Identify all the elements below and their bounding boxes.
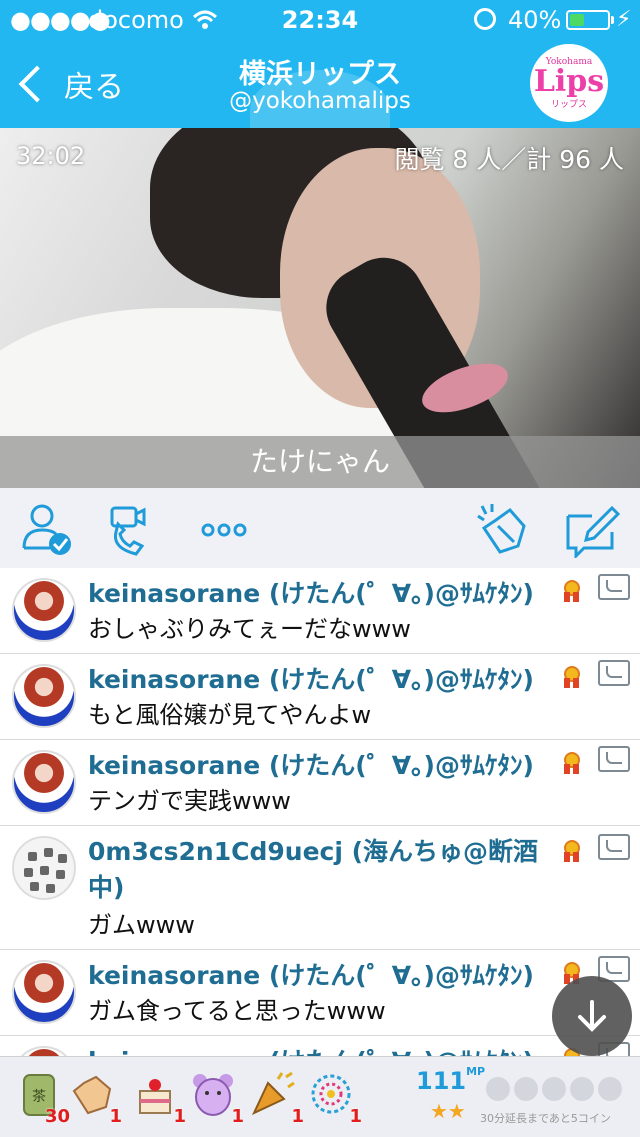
cake-icon[interactable]: 1 bbox=[130, 1069, 186, 1127]
charging-icon: ⚡ bbox=[616, 7, 632, 32]
comment-text: おしゃぶりみてぇーだなwww bbox=[88, 615, 411, 643]
comment-item: keinasorane (けたん(゜∀。)@ｻﾑｹﾀﾝ) おしゃぶりみてぇーだな… bbox=[0, 568, 640, 654]
comment-text: テンガで実践www bbox=[88, 787, 291, 815]
elapsed-time: 32:02 bbox=[16, 142, 86, 170]
reply-icon[interactable] bbox=[598, 574, 630, 600]
clap-icon[interactable] bbox=[474, 502, 530, 558]
action-toolbar bbox=[0, 488, 640, 569]
level-stars: ★★ bbox=[430, 1099, 466, 1123]
channel-logo[interactable]: Yokohama Lips リップス bbox=[530, 44, 608, 122]
comment-username[interactable]: keinasorane (けたん(゜∀。)@ｻﾑｹﾀﾝ) bbox=[88, 1044, 556, 1056]
fireworks-icon[interactable]: 1 bbox=[306, 1069, 362, 1127]
avatar[interactable] bbox=[12, 750, 76, 814]
follow-user-icon[interactable] bbox=[20, 502, 76, 558]
comment-item: keinasorane (けたん(゜∀。)@ｻﾑｹﾀﾝ) もと風俗嬢が見てやんよ… bbox=[0, 654, 640, 740]
avatar[interactable] bbox=[12, 1046, 76, 1056]
scroll-to-bottom-button[interactable] bbox=[552, 976, 632, 1056]
mp-points: 111MP bbox=[416, 1065, 486, 1095]
more-icon[interactable] bbox=[198, 502, 254, 558]
comment-text: ガム食ってると思ったwww bbox=[88, 997, 386, 1025]
badge-icon bbox=[562, 666, 582, 688]
video-call-icon[interactable] bbox=[106, 502, 162, 558]
reply-icon[interactable] bbox=[598, 746, 630, 772]
avatar[interactable] bbox=[12, 664, 76, 728]
comment-item: keinasorane (けたん(゜∀。)@ｻﾑｹﾀﾝ) テンガで実践www bbox=[0, 740, 640, 826]
comment-username[interactable]: keinasorane (けたん(゜∀。)@ｻﾑｹﾀﾝ) bbox=[88, 576, 556, 612]
comment-text: ガムwww bbox=[88, 911, 195, 939]
alarm-icon bbox=[474, 8, 496, 30]
arrow-down-icon bbox=[578, 1000, 606, 1032]
broadcaster-name: たけにゃん bbox=[0, 436, 640, 488]
live-video[interactable]: 32:02 閲覧 8 人／計 96 人 たけにゃん bbox=[0, 128, 640, 488]
bear-icon[interactable]: 1 bbox=[188, 1069, 244, 1127]
tea-icon[interactable]: 茶 30 bbox=[14, 1069, 70, 1127]
avatar[interactable] bbox=[12, 578, 76, 642]
clap-gift-icon[interactable]: 1 bbox=[66, 1069, 122, 1127]
party-popper-icon[interactable]: 1 bbox=[248, 1069, 304, 1127]
comment-username[interactable]: keinasorane (けたん(゜∀。)@ｻﾑｹﾀﾝ) bbox=[88, 662, 556, 698]
svg-text:茶: 茶 bbox=[32, 1089, 46, 1105]
reply-icon[interactable] bbox=[598, 660, 630, 686]
comment-item: 0m3cs2n1Cd9uecj (海んちゅ@断酒中) ガムwww bbox=[0, 826, 640, 950]
viewer-count: 閲覧 8 人／計 96 人 bbox=[394, 145, 624, 174]
coin-slots[interactable] bbox=[486, 1077, 622, 1101]
avatar[interactable] bbox=[12, 960, 76, 1024]
comment-text: もと風俗嬢が見てやんよw bbox=[88, 701, 372, 729]
reply-icon[interactable] bbox=[598, 834, 630, 860]
header: ●●●●● docomo 22:34 40% ⚡ 戻る 横浜リップス @yoko… bbox=[0, 0, 640, 128]
compose-icon[interactable] bbox=[564, 502, 621, 560]
gift-bar: 茶 30 1 1 1 1 1 111MP ★★ 30分延長まであと5コイン bbox=[0, 1056, 640, 1137]
avatar[interactable] bbox=[12, 836, 76, 900]
battery-icon bbox=[566, 10, 614, 30]
battery-percent: 40% bbox=[508, 6, 562, 34]
comment-item: keinasorane (けたん(゜∀。)@ｻﾑｹﾀﾝ) ガム食ってると思ったw… bbox=[0, 950, 640, 1036]
comment-item: keinasorane (けたん(゜∀。)@ｻﾑｹﾀﾝ) bbox=[0, 1036, 640, 1056]
comment-username[interactable]: 0m3cs2n1Cd9uecj (海んちゅ@断酒中) bbox=[88, 834, 556, 906]
comment-username[interactable]: keinasorane (けたん(゜∀。)@ｻﾑｹﾀﾝ) bbox=[88, 748, 556, 784]
comment-list[interactable]: keinasorane (けたん(゜∀。)@ｻﾑｹﾀﾝ) おしゃぶりみてぇーだな… bbox=[0, 568, 640, 1056]
badge-icon bbox=[562, 840, 582, 862]
badge-icon bbox=[562, 580, 582, 602]
comment-username[interactable]: keinasorane (けたん(゜∀。)@ｻﾑｹﾀﾝ) bbox=[88, 958, 556, 994]
status-bar: ●●●●● docomo 22:34 40% ⚡ bbox=[0, 0, 640, 40]
badge-icon bbox=[562, 752, 582, 774]
coin-extension-note: 30分延長まであと5コイン bbox=[480, 1112, 611, 1125]
